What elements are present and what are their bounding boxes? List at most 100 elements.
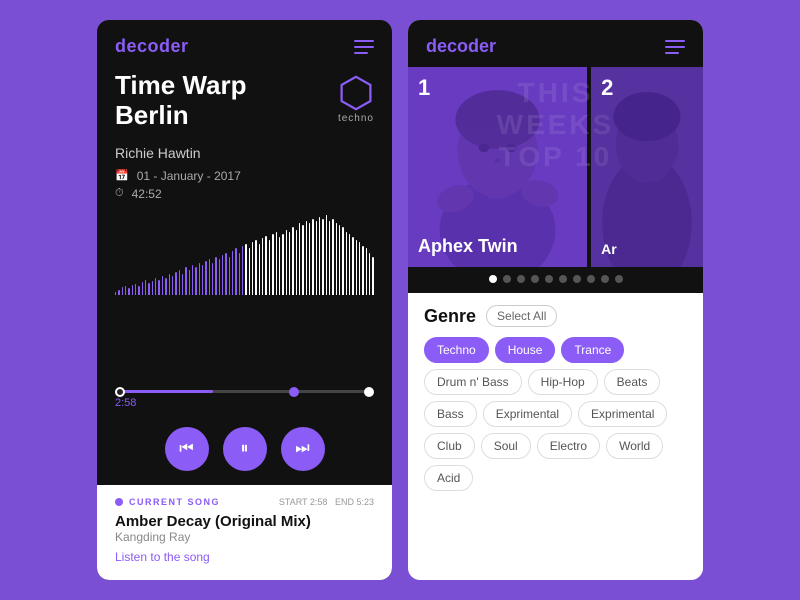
waveform-bar [225,253,226,295]
waveform-bar [185,267,186,294]
genre-tag-2[interactable]: Trance [561,337,624,363]
duration-row: ⏱ 42:52 [115,187,374,201]
top10-section: THIS WEEKS TOP 10 [408,67,703,267]
waveform-bar [229,257,230,295]
dot-2[interactable] [503,275,511,283]
artist-card-2[interactable]: 2 Ar [591,67,703,267]
waveform-bar [169,274,170,295]
cs-times: START 2:58 END 5:23 [279,497,374,507]
waveform-bar [292,227,293,294]
date-label: 01 - January - 2017 [137,169,241,183]
menu-icon[interactable] [354,40,374,54]
genre-title: Genre [424,306,476,327]
waveform-bar [279,237,280,295]
clock-icon: ⏱ [115,187,124,200]
waveform-bar [329,221,330,295]
waveform-bar [232,251,233,295]
right-header: decoder [408,20,703,67]
left-panel: decoder Time Warp Berlin techno Richie H… [97,20,392,580]
cs-link[interactable]: Listen to the song [115,550,374,564]
current-time: 2:58 [115,397,374,409]
playback-controls: ⏮ ⏸ ⏭ [97,417,392,485]
waveform-bar [356,240,357,295]
rewind-button[interactable]: ⏮ [165,427,209,471]
dot-7[interactable] [573,275,581,283]
start-dot [115,387,125,397]
genre-tag-1[interactable]: House [495,337,556,363]
waveform-bar [276,232,277,295]
dot-6[interactable] [559,275,567,283]
genre-tag-0[interactable]: Techno [424,337,489,363]
track-title: Time Warp Berlin [115,71,246,131]
carousel-dots [408,267,703,293]
waveform-bar [145,280,146,295]
waveform-bar [242,246,243,294]
waveform-bar [306,221,307,295]
waveform-bar [205,261,206,295]
waveform [115,215,374,295]
waveform-bar [158,280,159,295]
left-logo: decoder [115,36,189,57]
right-menu-icon[interactable] [665,40,685,54]
waveform-bar [312,219,313,295]
cs-artist: Kangding Ray [115,530,374,544]
pause-button[interactable]: ⏸ [223,427,267,471]
left-header: decoder [97,20,392,67]
genre-tag-12[interactable]: World [606,433,663,459]
cs-label: CURRENT SONG [129,497,220,507]
waveform-bar [265,236,266,295]
genre-tag-5[interactable]: Beats [604,369,661,395]
progress-track[interactable] [115,390,374,393]
dot-10[interactable] [615,275,623,283]
genre-tag-6[interactable]: Bass [424,401,477,427]
artist-cards: 1 Aphex Twin 2 Ar [408,67,703,267]
genre-tag-3[interactable]: Drum n' Bass [424,369,522,395]
dot-1[interactable] [489,275,497,283]
genre-tag-9[interactable]: Club [424,433,475,459]
dot-8[interactable] [587,275,595,283]
dot-4[interactable] [531,275,539,283]
waveform-bar [369,253,370,295]
waveform-bar [172,276,173,295]
current-song-card: CURRENT SONG START 2:58 END 5:23 Amber D… [97,485,392,580]
progress-area[interactable]: 2:58 [97,382,392,417]
genre-tag-13[interactable]: Acid [424,465,473,491]
genre-tag-8[interactable]: Exprimental [578,401,667,427]
dot-5[interactable] [545,275,553,283]
genre-tag-4[interactable]: Hip-Hop [528,369,598,395]
waveform-bar [342,227,343,294]
genre-tag-10[interactable]: Soul [481,433,531,459]
waveform-bar [115,292,116,295]
waveform-bar [362,246,363,294]
waveform-bar [252,242,253,295]
track-info: Time Warp Berlin techno [97,67,392,141]
right-panel: decoder THIS WEEKS TOP 10 [408,20,703,580]
genre-tag-7[interactable]: Exprimental [483,401,572,427]
waveform-bar [189,270,190,295]
waveform-bar [235,248,236,294]
waveform-bar [179,270,180,295]
waveform-bar [332,219,333,295]
waveform-bar [138,286,139,294]
dot-9[interactable] [601,275,609,283]
waveform-bar [282,234,283,295]
select-all-button[interactable]: Select All [486,305,557,327]
waveform-area [97,205,392,382]
artist-name: Richie Hawtin [97,141,392,169]
waveform-bar [195,267,196,294]
cs-song-title: Amber Decay (Original Mix) [115,513,374,530]
dot-3[interactable] [517,275,525,283]
artist-card-1[interactable]: 1 Aphex Twin [408,67,587,267]
meta-info: 📅 01 - January - 2017 ⏱ 42:52 [97,169,392,205]
waveform-bar [239,253,240,295]
waveform-bar [155,278,156,295]
waveform-bar [175,272,176,295]
rank-2: 2 [601,75,613,101]
waveform-bar [182,274,183,295]
genre-tag-11[interactable]: Electro [537,433,600,459]
waveform-bar [296,230,297,295]
forward-button[interactable]: ⏭ [281,427,325,471]
waveform-bar [269,240,270,295]
waveform-bar [359,242,360,295]
waveform-bar [316,221,317,295]
